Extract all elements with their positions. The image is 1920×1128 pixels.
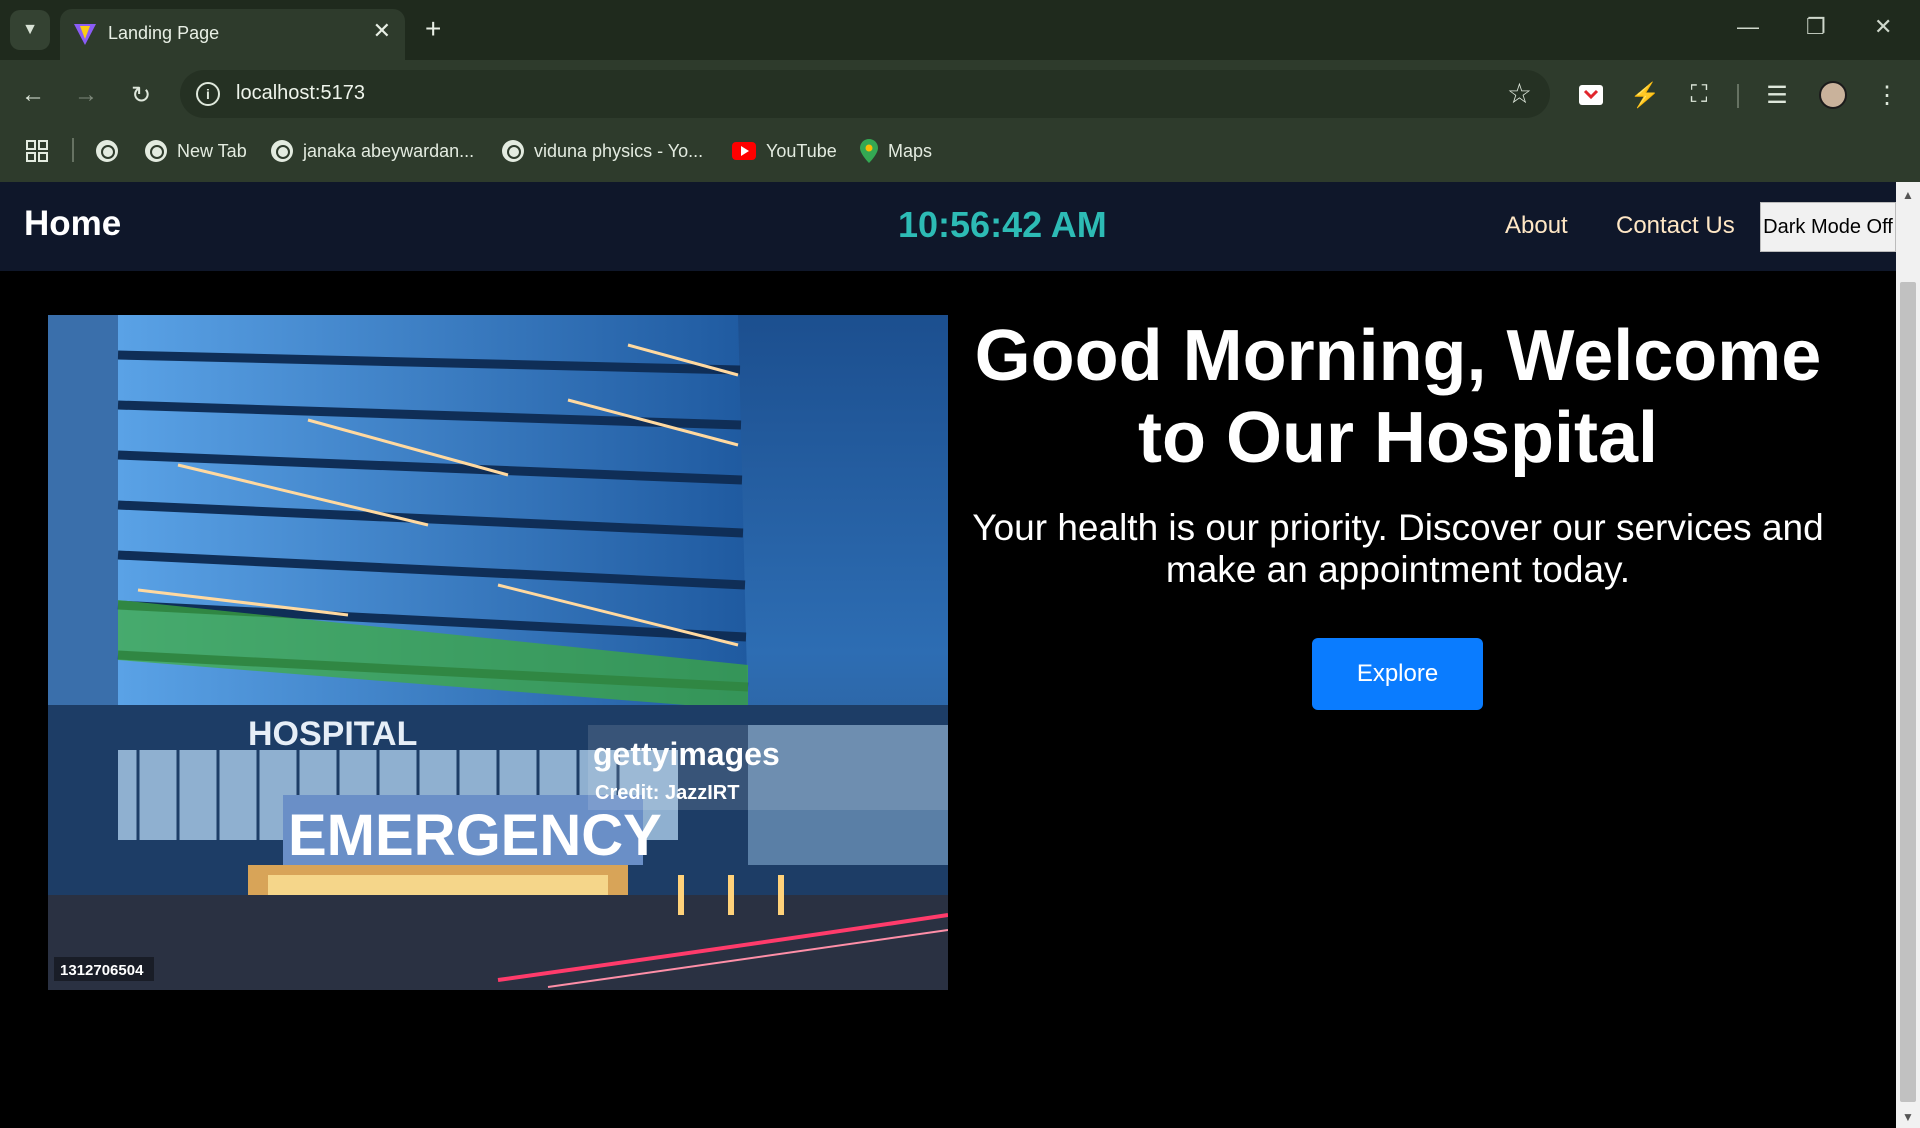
window-close-icon[interactable]: ✕ xyxy=(1874,14,1892,40)
active-tab[interactable]: Landing Page ✕ xyxy=(60,9,405,60)
getty-watermark: gettyimages xyxy=(593,736,780,772)
scroll-down-arrow-icon[interactable]: ▼ xyxy=(1902,1110,1914,1124)
lightning-extension-icon[interactable]: ⚡ xyxy=(1630,80,1660,110)
bookmark-item[interactable]: New Tab xyxy=(145,138,247,164)
tab-strip: ▼ Landing Page ✕ + — ❐ ✕ xyxy=(0,0,1920,60)
tab-search-button[interactable]: ▼ xyxy=(10,10,50,50)
profile-avatar[interactable] xyxy=(1818,80,1848,110)
url-text[interactable]: localhost:5173 xyxy=(236,82,365,105)
bookmark-item[interactable]: viduna physics - Yo... xyxy=(502,138,703,164)
nav-home-link[interactable]: Home xyxy=(24,204,121,244)
bookmarks-bar: New Tab janaka abeywardan... viduna phys… xyxy=(0,132,1920,168)
toolbar-divider xyxy=(1737,84,1739,108)
scroll-up-arrow-icon[interactable]: ▲ xyxy=(1902,188,1914,202)
nav-contact-link[interactable]: Contact Us xyxy=(1616,212,1735,240)
address-bar[interactable]: i localhost:5173 ☆ xyxy=(180,70,1550,118)
hospital-sign-text: HOSPITAL xyxy=(248,715,417,753)
close-tab-icon[interactable]: ✕ xyxy=(373,18,391,44)
bookmark-item[interactable] xyxy=(96,138,128,164)
hero-heading: Good Morning, Welcome to Our Hospital xyxy=(974,316,1822,478)
pocket-extension-icon[interactable] xyxy=(1576,80,1606,110)
chevron-down-icon: ▼ xyxy=(22,21,38,38)
bookmark-star-icon[interactable]: ☆ xyxy=(1507,77,1532,110)
dark-mode-toggle-button[interactable]: Dark Mode Off xyxy=(1760,202,1896,252)
youtube-icon xyxy=(732,142,756,160)
tab-title: Landing Page xyxy=(108,23,220,43)
explore-button[interactable]: Explore xyxy=(1312,638,1483,710)
hospital-image: HOSPITAL EMERGENCY gettyimages Credit: J… xyxy=(48,315,948,990)
back-arrow-icon[interactable]: ← xyxy=(18,80,48,110)
more-menu-icon[interactable]: ⋮ xyxy=(1872,80,1902,110)
bookmark-item[interactable]: Maps xyxy=(860,138,932,164)
apps-grid-icon[interactable] xyxy=(26,138,48,164)
image-credit: Credit: JazzIRT xyxy=(595,782,739,804)
hero-subtitle: Your health is our priority. Discover ou… xyxy=(972,507,1824,590)
bookmarks-divider xyxy=(72,138,74,162)
nav-about-link[interactable]: About xyxy=(1505,212,1568,240)
image-id: 1312706504 xyxy=(60,962,144,979)
globe-icon xyxy=(96,140,118,162)
globe-icon xyxy=(145,140,167,162)
scroll-thumb[interactable] xyxy=(1900,282,1916,1102)
new-tab-icon[interactable]: + xyxy=(425,14,441,44)
maps-pin-icon xyxy=(860,139,878,163)
bookmark-item[interactable]: YouTube xyxy=(732,138,837,164)
bookmark-item[interactable]: janaka abeywardan... xyxy=(271,138,474,164)
restore-icon[interactable]: ❐ xyxy=(1806,14,1826,40)
globe-icon xyxy=(502,140,524,162)
globe-icon xyxy=(271,140,293,162)
reading-list-icon[interactable]: ☰ xyxy=(1762,80,1792,110)
page-scrollbar[interactable]: ▲ ▼ xyxy=(1896,182,1920,1128)
emergency-sign-text: EMERGENCY xyxy=(288,803,662,868)
browser-chrome: ▼ Landing Page ✕ + — ❐ ✕ ← → ↻ i localho… xyxy=(0,0,1920,182)
extensions-puzzle-icon[interactable]: ⛶ xyxy=(1684,80,1714,110)
site-info-icon[interactable]: i xyxy=(196,82,220,106)
page-viewport: Home 10:56:42 AM About Contact Us Dark M… xyxy=(0,182,1896,1128)
forward-arrow-icon[interactable]: → xyxy=(71,80,101,110)
reload-icon[interactable]: ↻ xyxy=(126,80,156,110)
site-navbar: Home 10:56:42 AM About Contact Us Dark M… xyxy=(0,182,1896,271)
minimize-icon[interactable]: — xyxy=(1737,14,1759,40)
vite-logo-icon xyxy=(74,24,96,45)
clock-display: 10:56:42 AM xyxy=(898,204,1107,245)
